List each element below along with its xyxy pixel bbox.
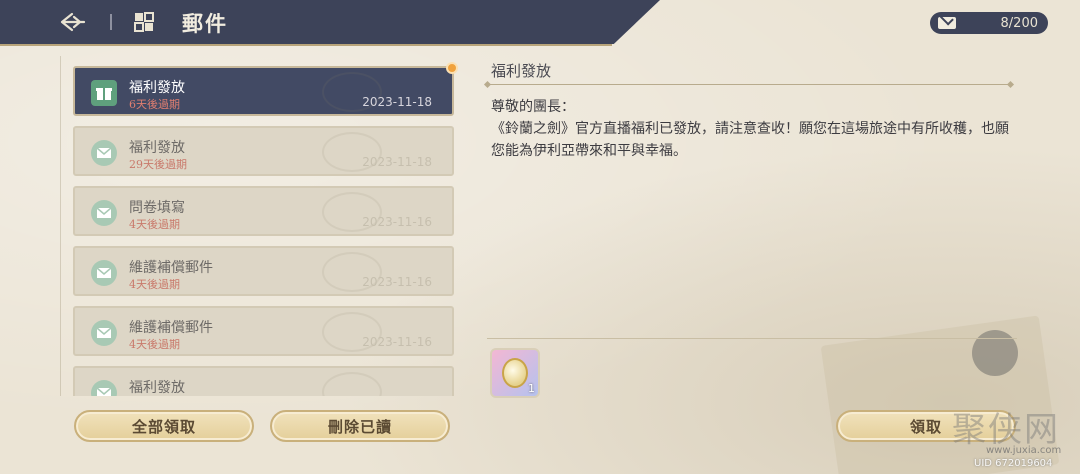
mail-expiry: 4天後過期 [129,338,180,351]
attachment-item[interactable]: 1 [490,348,540,398]
mail-item[interactable]: 問卷填寫 4天後過期 2023-11-16 [73,186,454,236]
mail-content-title: 福利發放 [491,62,552,80]
item-decoration [322,372,382,396]
mail-title: 福利發放 [129,140,185,156]
mail-date: 2023-11-18 [362,155,432,169]
watermark-logo: 聚侠网 [952,410,1060,450]
mail-item[interactable]: 福利發放 [73,366,454,396]
mail-greeting: 尊敬的團長： [491,99,575,115]
mail-title: 福利發放 [129,80,185,96]
envelope-icon [91,380,117,396]
mail-item[interactable]: 維護補償郵件 4天後過期 2023-11-16 [73,306,454,356]
mail-item[interactable]: 維護補償郵件 4天後過期 2023-11-16 [73,246,454,296]
header-bar [0,0,660,44]
claim-all-button[interactable]: 全部領取 [74,410,254,442]
mail-expiry: 6天後過期 [129,98,180,111]
mail-date: 2023-11-18 [362,95,432,109]
mail-date: 2023-11-16 [362,275,432,289]
mail-title: 維護補償郵件 [129,260,213,276]
header-accent-line [0,44,612,46]
mail-count: 8/200 [1000,15,1038,31]
envelope-icon [91,200,117,226]
envelope-icon [91,320,117,346]
mail-list[interactable]: 福利發放 6天後過期 2023-11-18 福利發放 29天後過期 2023-1… [60,56,462,396]
mail-expiry: 4天後過期 [129,278,180,291]
mail-body: 《鈴蘭之劍》官方直播福利已發放，請注意查收！願您在這場旅途中有所收穫，也願您能為… [491,121,1009,159]
gift-icon [91,80,117,106]
content-divider [487,84,1011,85]
mail-item[interactable]: 福利發放 29天後過期 2023-11-18 [73,126,454,176]
envelope-icon [938,17,956,29]
delete-read-button[interactable]: 刪除已讀 [270,410,450,442]
mail-item[interactable]: 福利發放 6天後過期 2023-11-18 [73,62,458,116]
mail-date: 2023-11-16 [362,335,432,349]
mail-expiry: 4天後過期 [129,218,180,231]
watermark-url: www.juxia.com [986,445,1062,456]
page-title: 郵件 [182,11,228,36]
mail-title: 問卷填寫 [129,200,185,216]
header-divider [110,14,112,30]
back-arrow-icon[interactable] [58,8,88,36]
attachment-quantity: 1 [528,382,535,395]
mail-expiry: 29天後過期 [129,158,187,171]
user-id: UID 672019604 [974,458,1053,469]
mailbox-icon [134,12,154,32]
mail-title: 福利發放 [129,380,185,396]
new-badge-icon [446,62,458,74]
mail-counter: 8/200 [930,12,1048,34]
mail-title: 維護補償郵件 [129,320,213,336]
attachment-divider [487,338,1017,339]
envelope-icon [91,140,117,166]
envelope-icon [91,260,117,286]
mail-date: 2023-11-16 [362,215,432,229]
decorative-inkpot [972,330,1018,376]
mirror-item-icon [502,358,528,388]
